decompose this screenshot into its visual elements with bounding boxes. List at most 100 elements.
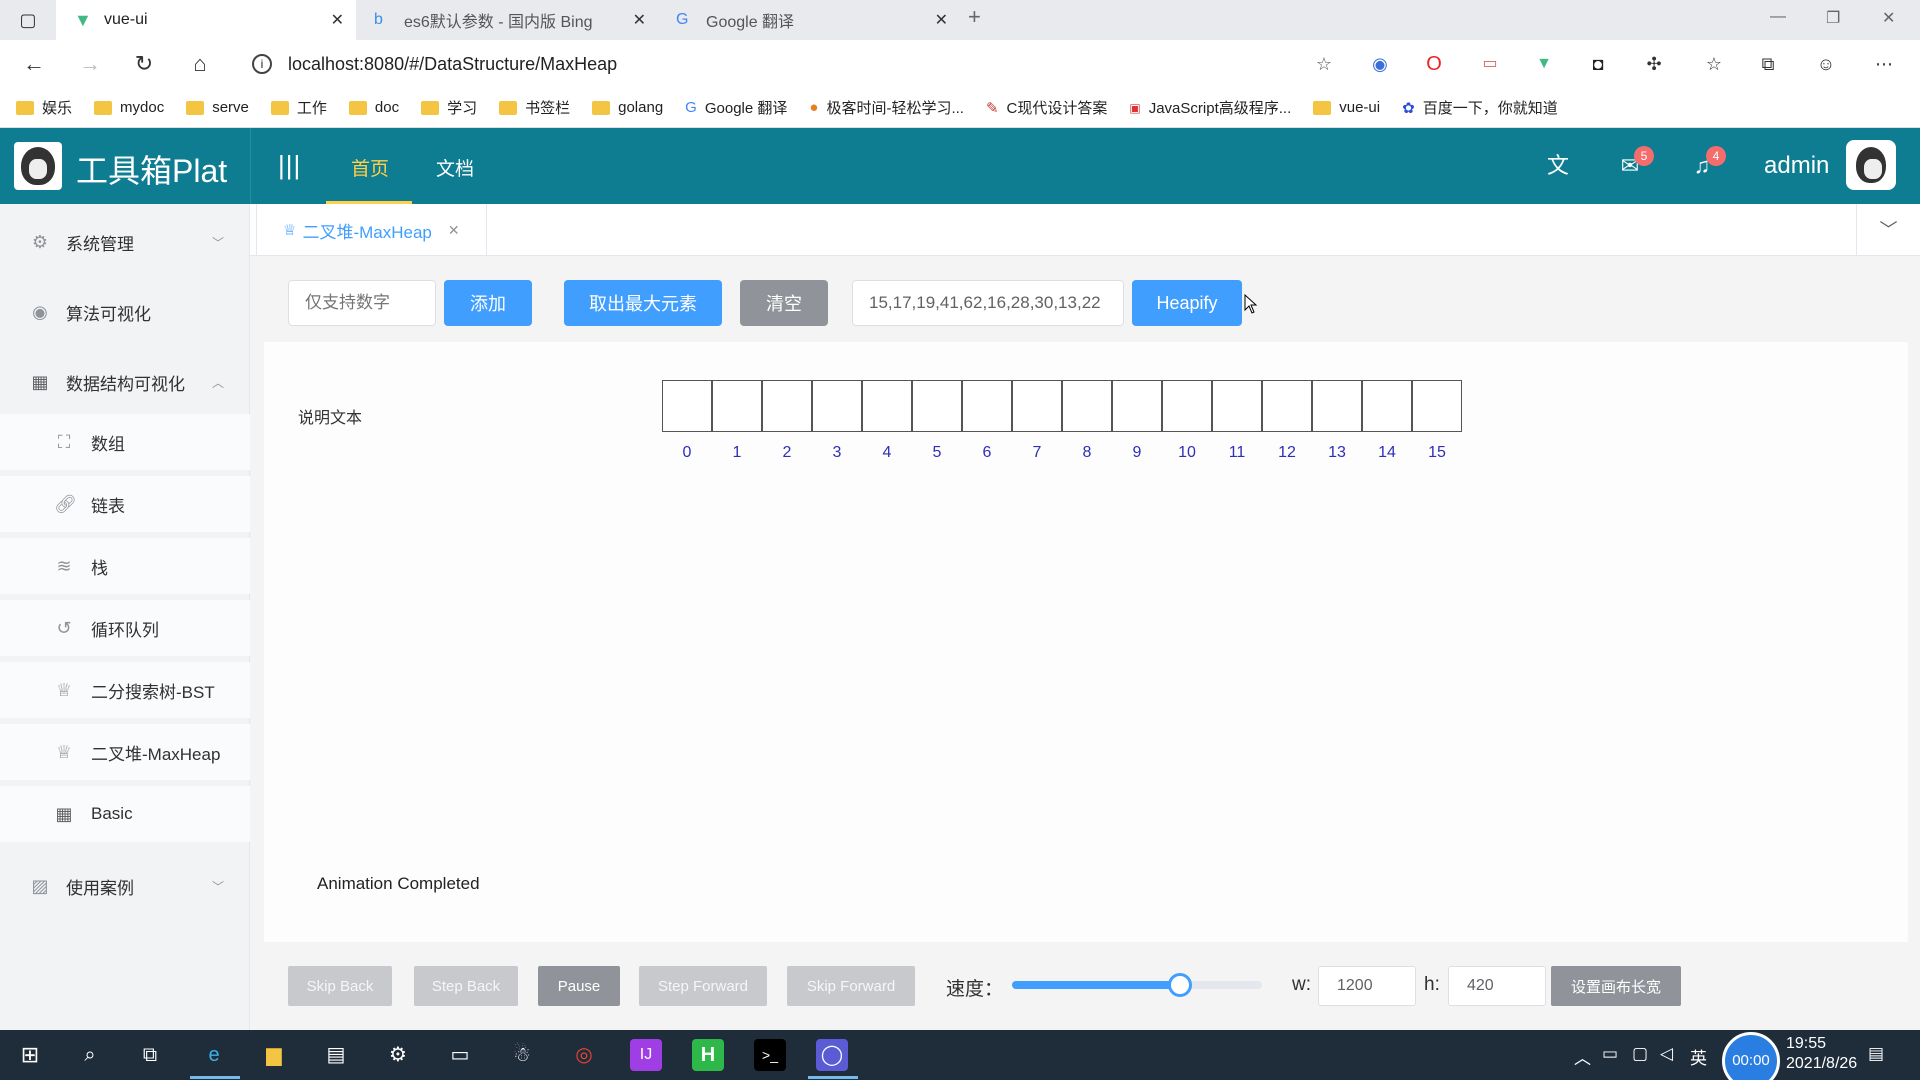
chrome-icon[interactable]: ◎ bbox=[568, 1039, 600, 1071]
bookmark-item[interactable]: golang bbox=[592, 99, 663, 116]
close-icon[interactable]: ✕ bbox=[633, 10, 646, 30]
menu-toggle-icon[interactable]: ||| bbox=[278, 150, 301, 181]
browser-tab-vue-ui[interactable]: ▼ vue-ui ✕ bbox=[56, 0, 356, 40]
pause-button[interactable]: Pause bbox=[538, 966, 620, 1006]
sidebar-subitem-basic[interactable]: ▦ Basic bbox=[0, 786, 250, 842]
system-clock[interactable]: 19:55 2021/8/26 bbox=[1786, 1034, 1857, 1074]
tab-actions-icon[interactable]: ▢ bbox=[14, 6, 42, 34]
intellij-icon[interactable]: IJ bbox=[630, 1039, 662, 1071]
bookmark-item[interactable]: ✎ C现代设计答案 bbox=[986, 97, 1107, 118]
ime-indicator[interactable]: 英 bbox=[1690, 1044, 1707, 1069]
network-icon[interactable]: ▢ bbox=[1632, 1044, 1648, 1064]
file-explorer-icon[interactable]: ▆ bbox=[258, 1039, 290, 1071]
avatar[interactable] bbox=[1846, 140, 1896, 190]
notification-icon[interactable]: ▤ bbox=[1868, 1044, 1884, 1064]
close-icon[interactable]: ✕ bbox=[935, 10, 948, 30]
set-canvas-size-button[interactable]: 设置画布长宽 bbox=[1551, 966, 1681, 1006]
bookmark-item[interactable]: 学习 bbox=[421, 97, 477, 118]
sidebar-item-algorithm[interactable]: ◉ 算法可视化 bbox=[0, 284, 250, 340]
bookmark-item[interactable]: G Google 翻译 bbox=[685, 97, 787, 118]
extension-icon[interactable]: ▭ bbox=[1476, 50, 1504, 78]
reload-icon[interactable]: ↻ bbox=[130, 50, 158, 78]
bell-icon[interactable]: ♫ 4 bbox=[1688, 146, 1726, 180]
more-icon[interactable]: ⋯ bbox=[1870, 50, 1898, 78]
heapify-button[interactable]: Heapify bbox=[1132, 280, 1242, 326]
restore-button[interactable]: ❐ bbox=[1826, 8, 1840, 28]
back-icon[interactable]: ← bbox=[20, 50, 48, 78]
sidebar-subitem-array[interactable]: ⛶ 数组 bbox=[0, 414, 250, 470]
search-icon[interactable]: ⌕ bbox=[74, 1039, 106, 1071]
nav-docs[interactable]: 文档 bbox=[436, 154, 474, 181]
speed-slider[interactable] bbox=[1012, 973, 1262, 997]
volume-icon[interactable]: ◁ bbox=[1660, 1044, 1673, 1064]
profile-icon[interactable]: ☺ bbox=[1812, 50, 1840, 78]
minimize-button[interactable]: — bbox=[1770, 8, 1786, 26]
close-icon[interactable]: ✕ bbox=[331, 10, 344, 30]
chevron-down-icon[interactable]: ﹀ bbox=[1856, 204, 1920, 256]
username[interactable]: admin bbox=[1764, 152, 1829, 180]
recording-timer[interactable]: 00:00 bbox=[1722, 1032, 1780, 1080]
add-button[interactable]: 添加 bbox=[444, 280, 532, 326]
sidebar-item-system[interactable]: ⚙ 系统管理 ﹀ bbox=[0, 214, 250, 270]
windows-start-icon[interactable]: ⊞ bbox=[14, 1039, 46, 1071]
favorite-star-icon[interactable]: ☆ bbox=[1316, 54, 1332, 75]
close-icon[interactable]: ✕ bbox=[448, 222, 460, 239]
step-forward-button[interactable]: Step Forward bbox=[639, 966, 767, 1006]
translate-icon[interactable]: 文 bbox=[1544, 152, 1572, 180]
close-window-button[interactable]: ✕ bbox=[1882, 8, 1895, 28]
number-input[interactable] bbox=[288, 280, 436, 326]
hbuilder-icon[interactable]: H bbox=[692, 1039, 724, 1071]
bookmark-item[interactable]: 娱乐 bbox=[16, 97, 72, 118]
height-input[interactable]: 420 bbox=[1448, 966, 1546, 1006]
sidebar-subitem-linked-list[interactable]: 🔗︎ 链表 bbox=[0, 476, 250, 532]
tag-maxheap[interactable]: ♕ 二叉堆-MaxHeap ✕ bbox=[256, 204, 487, 256]
settings-icon[interactable]: ⚙ bbox=[382, 1039, 414, 1071]
bookmark-item[interactable]: serve bbox=[186, 99, 249, 116]
bookmark-item[interactable]: doc bbox=[348, 99, 399, 116]
extract-max-button[interactable]: 取出最大元素 bbox=[564, 280, 722, 326]
bookmark-item[interactable]: ▣ JavaScript高级程序... bbox=[1129, 97, 1291, 118]
opera-icon[interactable]: O bbox=[1420, 50, 1448, 78]
task-view-icon[interactable]: ⧉ bbox=[134, 1039, 166, 1071]
browser-tab-google-translate[interactable]: G Google 翻译 ✕ bbox=[660, 0, 960, 40]
qq-icon[interactable]: ☃ bbox=[506, 1039, 538, 1071]
step-back-button[interactable]: Step Back bbox=[414, 966, 518, 1006]
home-icon[interactable]: ⌂ bbox=[186, 50, 214, 78]
slider-handle[interactable] bbox=[1167, 973, 1192, 997]
width-input[interactable]: 1200 bbox=[1318, 966, 1416, 1006]
bookmark-item[interactable]: ● 极客时间-轻松学习... bbox=[809, 97, 964, 118]
bookmark-item[interactable]: vue-ui bbox=[1313, 99, 1380, 116]
browser-tab-bing[interactable]: b es6默认参数 - 国内版 Bing ✕ bbox=[358, 0, 658, 40]
info-icon[interactable]: i bbox=[252, 54, 272, 74]
bookmark-item[interactable]: 工作 bbox=[270, 97, 327, 118]
clear-button[interactable]: 清空 bbox=[740, 280, 828, 326]
new-tab-button[interactable]: + bbox=[968, 4, 981, 30]
bookmark-item[interactable]: 书签栏 bbox=[499, 97, 570, 118]
extensions-puzzle-icon[interactable]: ✣ bbox=[1640, 50, 1668, 78]
battery-icon[interactable]: ▭ bbox=[1602, 1044, 1618, 1064]
store-icon[interactable]: ▤ bbox=[320, 1039, 352, 1071]
tray-chevron-icon[interactable]: ︿ bbox=[1574, 1044, 1591, 1069]
favorites-icon[interactable]: ☆ bbox=[1700, 50, 1728, 78]
bookmark-item[interactable]: mydoc bbox=[94, 99, 164, 116]
extension-icon[interactable]: ◘ bbox=[1584, 50, 1612, 78]
bookmark-item[interactable]: ✿ 百度一下，你就知道 bbox=[1402, 97, 1558, 118]
sidebar-subitem-bst[interactable]: ♕ 二分搜索树-BST bbox=[0, 662, 250, 718]
extension-icon[interactable]: ◉ bbox=[1366, 50, 1394, 78]
sidebar-item-examples[interactable]: ▨ 使用案例 ﹀ bbox=[0, 858, 250, 914]
edge-icon[interactable]: e bbox=[198, 1039, 230, 1071]
forward-icon[interactable]: → bbox=[76, 50, 104, 78]
sidebar-subitem-maxheap[interactable]: ♕ 二叉堆-MaxHeap bbox=[0, 724, 250, 780]
url-field[interactable]: i localhost:8080/#/DataStructure/MaxHeap… bbox=[238, 47, 1348, 81]
skip-back-button[interactable]: Skip Back bbox=[288, 966, 392, 1006]
nav-home[interactable]: 首页 bbox=[351, 154, 389, 181]
sidebar-subitem-stack[interactable]: ≋ 栈 bbox=[0, 538, 250, 594]
sidebar-subitem-circular-queue[interactable]: ↺ 循环队列 bbox=[0, 600, 250, 656]
collections-icon[interactable]: ⧉ bbox=[1754, 50, 1782, 78]
recorder-icon[interactable]: ◯ bbox=[816, 1039, 848, 1071]
sidebar-item-data-structure[interactable]: ▦ 数据结构可视化 ︿ bbox=[0, 354, 250, 410]
cmd-icon[interactable]: >_ bbox=[754, 1039, 786, 1071]
heapify-input[interactable] bbox=[852, 280, 1124, 326]
skip-forward-button[interactable]: Skip Forward bbox=[787, 966, 915, 1006]
mail-icon[interactable]: ✉ 5 bbox=[1616, 146, 1654, 180]
